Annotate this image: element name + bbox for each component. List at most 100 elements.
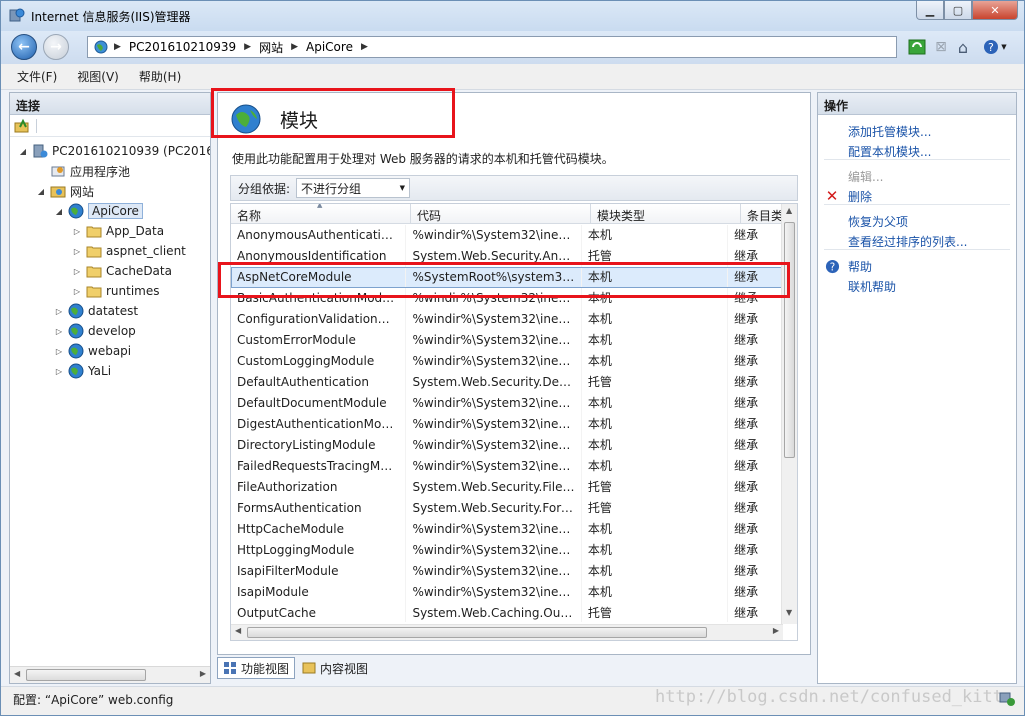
entry-type-cell: 继承 — [728, 393, 783, 414]
tree-node[interactable]: ▷ CacheData — [72, 261, 172, 281]
connect-icon[interactable] — [14, 118, 30, 134]
scroll-left-icon[interactable]: ◀ — [235, 626, 241, 635]
scroll-up-icon[interactable]: ▲ — [786, 206, 792, 215]
action-link[interactable]: 联机帮助 — [848, 278, 896, 295]
column-header-name[interactable]: ▲ 名称 — [231, 204, 411, 224]
table-row[interactable]: FileAuthorization System.Web.Security.Fil… — [231, 477, 783, 498]
tree-node-label: develop — [88, 324, 136, 338]
entry-type-cell: 继承 — [728, 351, 783, 372]
module-name-cell: IsapiModule — [231, 582, 407, 603]
column-header-module-type[interactable]: 模块类型 — [591, 204, 741, 224]
table-row[interactable]: IsapiModule %windir%\System32\inetsr... 本机… — [231, 582, 783, 603]
menu-help[interactable]: 帮助(H) — [139, 68, 181, 85]
tree-node[interactable]: ▷ datatest — [54, 301, 138, 321]
expanded-icon[interactable]: ◢ — [18, 147, 28, 156]
scroll-right-icon[interactable]: ▶ — [773, 626, 779, 635]
refresh-button[interactable] — [907, 37, 927, 57]
tree-node[interactable]: ◢ 网站 — [36, 181, 94, 201]
group-by-select[interactable]: 不进行分组 ▼ — [296, 178, 411, 198]
content-view-icon — [302, 662, 316, 674]
expanded-icon[interactable]: ◢ — [54, 207, 64, 216]
back-button[interactable]: ← — [11, 34, 37, 60]
table-row[interactable]: CustomLoggingModule %windir%\System32\ine… — [231, 351, 783, 372]
breadcrumb-site[interactable]: ApiCore — [306, 40, 353, 54]
tree-node[interactable]: ▷ aspnet_client — [72, 241, 186, 261]
table-row[interactable]: CustomErrorModule %windir%\System32\inets… — [231, 330, 783, 351]
tree-node[interactable]: ▷ runtimes — [72, 281, 160, 301]
table-row[interactable]: HttpLoggingModule %windir%\System32\inets… — [231, 540, 783, 561]
scroll-down-icon[interactable]: ▼ — [786, 608, 792, 617]
table-row[interactable]: HttpCacheModule %windir%\System32\inetsr.… — [231, 519, 783, 540]
table-row[interactable]: AnonymousAuthentication... %windir%\Syste… — [231, 225, 783, 246]
table-row[interactable]: OutputCache System.Web.Caching.Outp... 托管继… — [231, 603, 783, 622]
title-bar[interactable]: Internet 信息服务(IIS)管理器 ▁ ▢ ✕ — [1, 1, 1024, 31]
svg-text:?: ? — [988, 41, 994, 54]
table-row[interactable]: DefaultAuthentication System.Web.Security… — [231, 372, 783, 393]
module-code-cell: System.Web.Security.Form... — [406, 498, 582, 519]
collapsed-icon[interactable]: ▷ — [72, 247, 82, 256]
action-link[interactable]: 添加托管模块... — [848, 123, 931, 140]
collapsed-icon[interactable]: ▷ — [54, 307, 64, 316]
breadcrumb-sites[interactable]: 网站 — [259, 39, 283, 56]
action-link[interactable]: 恢复为父项 — [848, 213, 908, 230]
scroll-left-icon[interactable]: ◀ — [14, 669, 20, 678]
collapsed-icon[interactable]: ▷ — [72, 227, 82, 236]
forward-arrow-icon: → — [50, 39, 62, 55]
tree-horizontal-scrollbar[interactable]: ◀ ▶ — [10, 666, 210, 683]
action-link[interactable]: 删除 — [848, 188, 872, 205]
scrollbar-thumb[interactable] — [26, 669, 146, 681]
scrollbar-thumb[interactable] — [247, 627, 707, 638]
help-menu-button[interactable]: ? ▼ — [981, 37, 1009, 57]
menu-view[interactable]: 视图(V) — [77, 68, 119, 85]
table-row[interactable]: IsapiFilterModule %windir%\System32\inets… — [231, 561, 783, 582]
module-type-cell: 本机 — [582, 456, 729, 477]
tree-node[interactable]: ▷ develop — [54, 321, 136, 341]
module-type-cell: 托管 — [582, 498, 729, 519]
grid-horizontal-scrollbar[interactable]: ◀ ▶ — [231, 624, 783, 640]
expanded-icon[interactable]: ◢ — [36, 187, 46, 196]
maximize-button[interactable]: ▢ — [944, 1, 972, 20]
scroll-right-icon[interactable]: ▶ — [200, 669, 206, 678]
action-link[interactable]: 查看经过排序的列表... — [848, 233, 967, 250]
collapsed-icon[interactable]: ▷ — [54, 367, 64, 376]
actions-header: 操作 — [818, 93, 1016, 115]
tree-node[interactable]: ▷ App_Data — [72, 221, 164, 241]
collapsed-icon[interactable]: ▷ — [54, 347, 64, 356]
close-button[interactable]: ✕ — [972, 1, 1018, 20]
tab-features-view[interactable]: 功能视图 — [217, 657, 296, 679]
menu-file[interactable]: 文件(F) — [17, 68, 57, 85]
action-link[interactable]: 帮助 — [848, 258, 872, 275]
actions-pane: 操作 添加托管模块... 配置本机模块... 编辑... ✕ 删除 恢复为父项 查看经过排序… — [817, 92, 1017, 684]
breadcrumb-server[interactable]: PC201610210939 — [129, 40, 236, 54]
collapsed-icon[interactable]: ▷ — [72, 287, 82, 296]
tree-node[interactable]: 应用程序池 — [36, 161, 130, 181]
stop-button[interactable]: ⊠ — [931, 37, 951, 57]
table-row[interactable]: FailedRequestsTracingMod... %windir%\Syst… — [231, 456, 783, 477]
table-row[interactable]: DigestAuthenticationModule %windir%\Syste… — [231, 414, 783, 435]
module-code-cell: %windir%\System32\inetsr... — [406, 330, 582, 351]
module-name-cell: IsapiFilterModule — [231, 561, 407, 582]
collapsed-icon[interactable]: ▷ — [54, 327, 64, 336]
minimize-button[interactable]: ▁ — [916, 1, 944, 20]
entry-type-cell: 继承 — [728, 561, 783, 582]
module-name-cell: DefaultAuthentication — [231, 372, 407, 393]
forward-button[interactable]: → — [43, 34, 69, 60]
tree-node[interactable]: ◢ ApiCore — [54, 201, 143, 221]
group-by-value: 不进行分组 — [301, 181, 362, 196]
table-row[interactable]: DefaultDocumentModule %windir%\System32\i… — [231, 393, 783, 414]
connections-tree: ◢ PC201610210939 (PC20161 应用程序池 ◢ 网站 ◢ ApiCore… — [10, 141, 210, 661]
scrollbar-thumb[interactable] — [784, 222, 795, 458]
feature-pane: 模块 使用此功能配置用于处理对 Web 服务器的请求的本机和托管代码模块。 分组… — [217, 92, 811, 655]
action-link[interactable]: 配置本机模块... — [848, 143, 931, 160]
home-button[interactable]: ⌂ — [953, 37, 973, 57]
table-row[interactable]: ConfigurationValidationMo... %windir%\Sys… — [231, 309, 783, 330]
tree-node[interactable]: ▷ webapi — [54, 341, 131, 361]
column-header-code[interactable]: 代码 — [411, 204, 591, 224]
table-row[interactable]: DirectoryListingModule %windir%\System32\… — [231, 435, 783, 456]
table-row[interactable]: FormsAuthentication System.Web.Security.F… — [231, 498, 783, 519]
tree-node[interactable]: ◢ PC201610210939 (PC20161 — [18, 141, 210, 161]
tab-content-view[interactable]: 内容视图 — [297, 657, 373, 679]
tree-node[interactable]: ▷ YaLi — [54, 361, 111, 381]
address-bar[interactable]: ▶ PC201610210939 ▶ 网站 ▶ ApiCore ▶ — [87, 36, 897, 58]
collapsed-icon[interactable]: ▷ — [72, 267, 82, 276]
